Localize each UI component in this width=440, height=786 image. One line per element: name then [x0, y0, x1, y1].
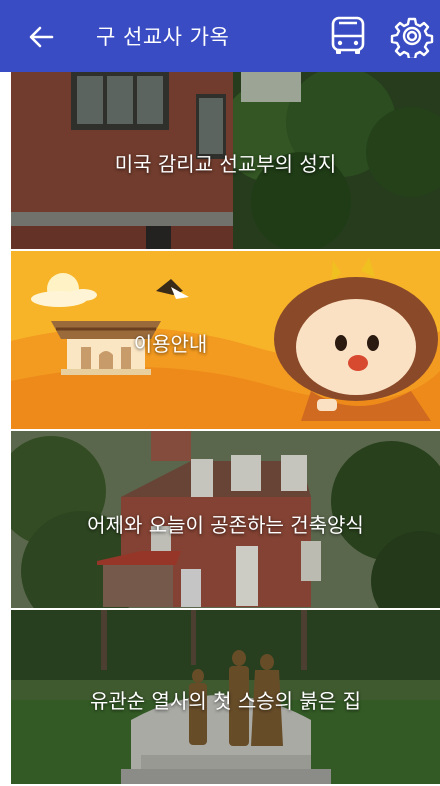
menu-item-red-house[interactable]: 유관순 열사의 첫 스승의 붉은 집 [11, 610, 440, 786]
menu-item-label: 유관순 열사의 첫 스승의 붉은 집 [90, 689, 361, 713]
menu-item-architecture[interactable]: 어제와 오늘이 공존하는 건축양식 [11, 431, 440, 610]
gear-icon [390, 17, 434, 61]
menu-item-guide[interactable]: 이용안내 [11, 251, 440, 431]
menu-item-label: 어제와 오늘이 공존하는 건축양식 [87, 513, 364, 537]
arrow-left-icon [29, 26, 54, 48]
app-bar: 구 선교사 가옥 [0, 0, 440, 72]
menu-item-label: 미국 감리교 선교부의 성지 [114, 152, 337, 176]
page-title: 구 선교사 가옥 [96, 25, 230, 49]
settings-button[interactable] [390, 14, 434, 61]
menu-item-mission-site[interactable]: 미국 감리교 선교부의 성지 [11, 72, 440, 251]
bus-button[interactable] [326, 14, 370, 58]
bus-icon [331, 16, 365, 54]
back-button[interactable] [26, 22, 56, 52]
menu-item-label: 이용안내 [133, 332, 208, 356]
